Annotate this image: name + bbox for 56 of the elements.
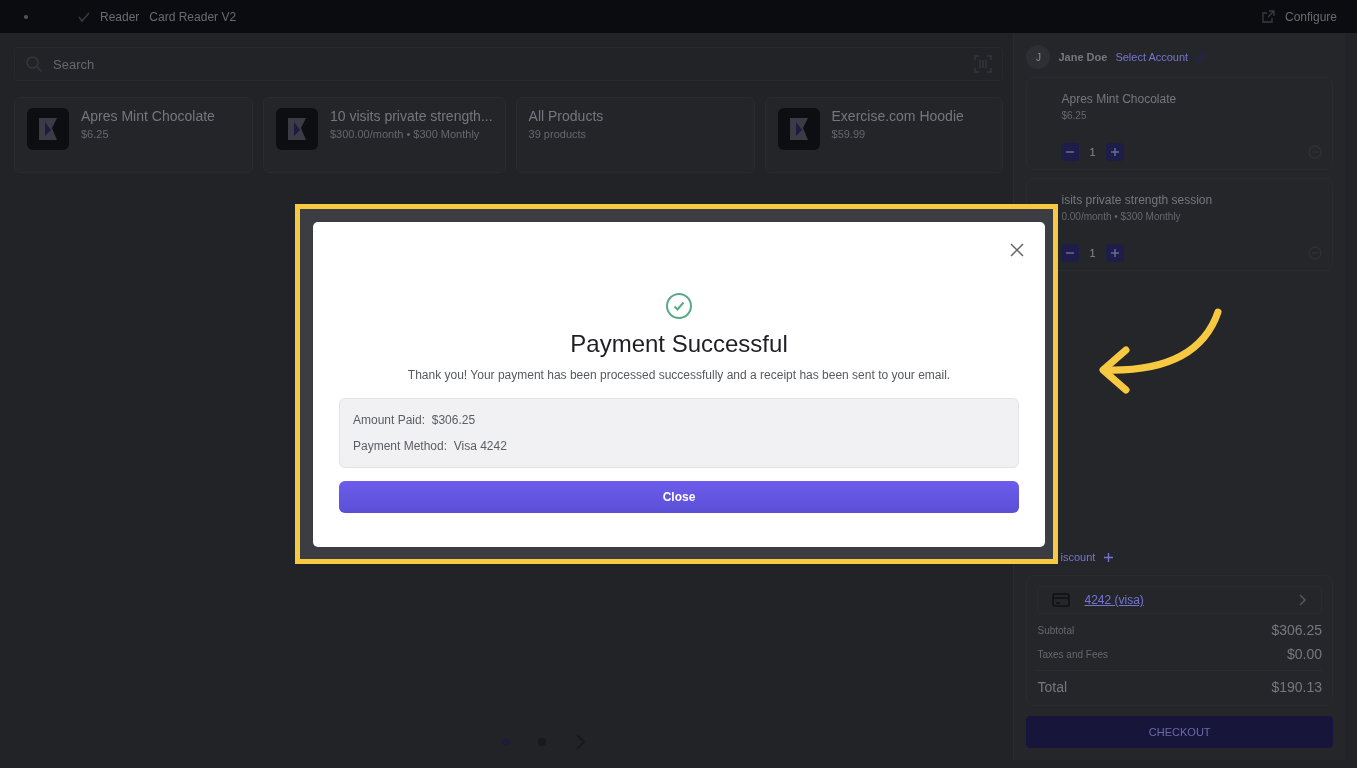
product-card[interactable]: 10 visits private strength... $300.00/month • $300 Monthly (262, 97, 506, 173)
search-field[interactable]: Search (14, 47, 1004, 81)
plus-button[interactable] (1105, 244, 1124, 262)
dialog-message: Thank you! Your payment has been processed successfully and a receipt has been sent to your email. (407, 368, 951, 382)
cart-item-name: isits private strength session (1061, 193, 1214, 207)
cart-item-price: 0.00/month • $300 Monthly (1061, 211, 1182, 222)
close-icon[interactable] (1009, 242, 1025, 258)
account-name: Jane Doe (1058, 51, 1108, 63)
product-subtitle: $59.99 (831, 128, 867, 140)
status-dot-icon (24, 14, 28, 19)
product-name: 10 visits private strength... (329, 108, 493, 124)
plus-icon[interactable] (1103, 551, 1115, 563)
product-card[interactable]: Apres Mint Chocolate $6.25 (14, 97, 253, 173)
product-subtitle: $6.25 (81, 128, 110, 140)
payment-detail: Payment Method: Visa 4242 (353, 439, 508, 453)
product-thumbnail-icon (777, 108, 820, 150)
configure-link[interactable]: Configure (1284, 9, 1337, 24)
device-name: Card Reader V2 (149, 9, 237, 24)
summary-value: $306.25 (1271, 622, 1322, 638)
product-thumbnail-icon (275, 108, 318, 150)
quantity: 1 (1089, 146, 1096, 158)
minus-button[interactable] (1061, 143, 1080, 161)
plus-icon (1109, 147, 1120, 157)
close-button[interactable]: Close (339, 481, 1019, 513)
pencil-icon[interactable] (1196, 51, 1208, 63)
summary-label: Subtotal (1037, 624, 1075, 636)
summary-value: $190.13 (1271, 679, 1322, 695)
summary-label: Total (1037, 679, 1068, 695)
plus-icon (1109, 248, 1120, 258)
chevron-right-icon (1299, 594, 1307, 606)
discount-link[interactable]: iscount (1060, 551, 1096, 563)
cart-item-name: Apres Mint Chocolate (1061, 92, 1178, 106)
cart-item-price: $6.25 (1061, 110, 1088, 121)
product-card[interactable]: Exercise.com Hoodie $59.99 (764, 97, 1004, 173)
payment-detail: Amount Paid: $306.25 (353, 413, 477, 427)
check-icon (78, 10, 90, 23)
plus-button[interactable] (1105, 143, 1124, 161)
check-circle-icon (665, 292, 693, 320)
summary-label: Taxes and Fees (1037, 648, 1109, 660)
product-subtitle: $300.00/month • $300 Monthly (329, 128, 481, 140)
quantity: 1 (1089, 247, 1096, 259)
product-name: Apres Mint Chocolate (81, 108, 215, 124)
product-thumbnail-icon (27, 108, 69, 150)
avatar: J (1026, 45, 1051, 69)
product-subtitle: 39 products (528, 128, 588, 140)
checkout-button[interactable]: CHECKOUT (1026, 716, 1333, 748)
external-link-icon (1261, 10, 1275, 23)
summary-value: $0.00 (1286, 646, 1322, 662)
minus-button[interactable] (1061, 244, 1080, 262)
payment-method-row[interactable]: 4242 (visa) (1037, 586, 1322, 614)
select-account-link[interactable]: Select Account (1115, 51, 1189, 63)
product-name: Exercise.com Hoodie (831, 108, 964, 124)
product-name: All Products (528, 108, 604, 124)
dialog-title: Payment Successful (570, 330, 788, 358)
product-card[interactable]: All Products 39 products (515, 97, 755, 173)
reader-status: Reader (100, 9, 140, 24)
